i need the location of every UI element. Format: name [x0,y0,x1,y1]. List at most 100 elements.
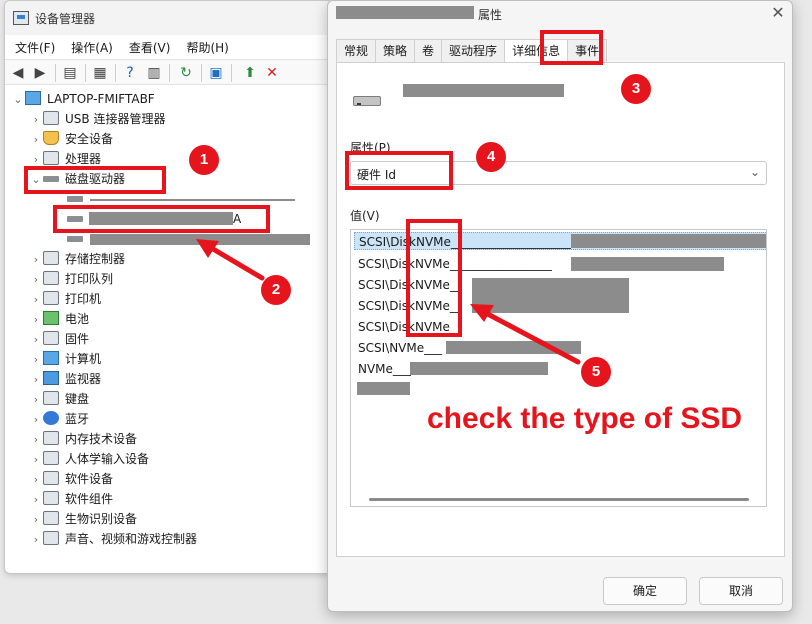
tree-item-software-components[interactable]: › 软件组件 [29,489,113,509]
chevron-right-icon[interactable]: › [29,430,43,450]
tree-item-label: 存储控制器 [65,252,126,266]
chevron-right-icon[interactable]: › [29,250,43,270]
back-icon[interactable]: ◀ [9,64,27,82]
chevron-right-icon[interactable]: › [29,350,43,370]
toolbar-separator [231,64,232,82]
menu-help[interactable]: 帮助(H) [176,37,228,57]
chevron-right-icon[interactable]: › [29,270,43,290]
tree-root-label: LAPTOP-FMIFTABF [47,92,155,106]
redacted-value [472,278,629,313]
toolbar-separator [169,64,170,82]
ok-button[interactable]: 确定 [603,577,687,605]
view-icon[interactable]: ▥ [145,64,163,82]
tree-item-label: 安全设备 [65,132,114,146]
chevron-right-icon[interactable]: › [29,290,43,310]
tab-volume[interactable]: 卷 [414,39,443,63]
properties-dialog: 属性 ✕ 常规 策略 卷 驱动程序 详细信息 事件 属性(P) 硬件 Id ⌄ … [327,0,793,612]
highlight-details-tab [540,30,603,65]
close-icon[interactable]: ✕ [768,3,788,23]
tree-item-label: 计算机 [65,352,102,366]
list-item[interactable]: NVMe___ [358,360,411,378]
annotation-caption: check the type of SSD [427,402,743,435]
tree-item-hid[interactable]: › 人体学输入设备 [29,449,149,469]
update-driver-icon[interactable]: ↻ [177,64,195,82]
storage-controller-icon [43,251,59,265]
tree-item-battery[interactable]: › 电池 [29,309,89,329]
firmware-icon [43,331,59,345]
tree-item-software-devices[interactable]: › 软件设备 [29,469,113,489]
redacted-value [410,362,548,375]
help-icon[interactable]: ? [121,64,139,82]
tree-item-storage[interactable]: › 存储控制器 [29,249,125,269]
step-badge-5: 5 [581,357,611,387]
tree-item-keyboard[interactable]: › 键盘 [29,389,89,409]
tab-general[interactable]: 常规 [336,39,377,63]
redacted-disk-name [90,199,295,201]
monitor-icon [43,371,59,385]
disk-drive-icon [67,236,83,242]
redacted-value [571,257,724,271]
highlight-disk-item [53,205,270,233]
tree-item-monitor[interactable]: › 监视器 [29,369,101,389]
list-item[interactable]: SCSI\NVMe___ [358,339,442,357]
security-icon [43,131,59,145]
tree-item-label: 声音、视频和游戏控制器 [65,532,198,546]
tree-item-computer[interactable]: › 计算机 [29,349,101,369]
chevron-right-icon[interactable]: › [29,390,43,410]
chevron-right-icon[interactable]: › [29,470,43,490]
tree-item-label: 电池 [65,312,90,326]
tree-root[interactable]: ⌄ LAPTOP-FMIFTABF [11,89,155,109]
printer-icon [43,291,59,305]
tree-item-label: 生物识别设备 [65,512,138,526]
chevron-right-icon[interactable]: › [29,130,43,150]
chevron-down-icon[interactable]: ⌄ [11,90,25,110]
software-device-icon [43,471,59,485]
toolbar-separator [85,64,86,82]
tree-item-bluetooth[interactable]: › 蓝牙 [29,409,89,429]
processor-icon [43,151,59,165]
redacted-value [357,382,410,395]
tree-item-biometric[interactable]: › 生物识别设备 [29,509,137,529]
chevron-right-icon[interactable]: › [29,370,43,390]
tree-item-printer[interactable]: › 打印机 [29,289,101,309]
cancel-button[interactable]: 取消 [699,577,783,605]
chevron-right-icon[interactable]: › [29,110,43,130]
tree-item-security[interactable]: › 安全设备 [29,129,113,149]
window-title: 设备管理器 [35,12,96,26]
speaker-icon [43,531,59,545]
chevron-right-icon[interactable]: › [29,310,43,330]
chevron-right-icon[interactable]: › [29,450,43,470]
forward-icon[interactable]: ▶ [31,64,49,82]
title-bar: 设备管理器 [5,1,333,35]
hid-icon [43,451,59,465]
show-hide-tree-icon[interactable]: ▤ [61,64,79,82]
tree-item-sound[interactable]: › 声音、视频和游戏控制器 [29,529,197,549]
tree-item-print-queue[interactable]: › 打印队列 [29,269,113,289]
redacted-device-name [336,6,474,19]
menu-action[interactable]: 操作(A) [61,37,113,57]
tree-item-label: 内存技术设备 [65,432,138,446]
chevron-right-icon[interactable]: › [29,510,43,530]
menu-file[interactable]: 文件(F) [5,37,55,57]
tree-item-label: 打印队列 [65,272,114,286]
step-badge-1: 1 [189,145,219,175]
menu-view[interactable]: 查看(V) [119,37,171,57]
chevron-right-icon[interactable]: › [29,530,43,550]
tree-item-memory[interactable]: › 内存技术设备 [29,429,137,449]
tree-item-firmware[interactable]: › 固件 [29,329,89,349]
enable-device-icon[interactable]: ⬆ [241,64,259,82]
horizontal-scrollbar[interactable] [369,498,749,501]
chevron-right-icon[interactable]: › [29,410,43,430]
chevron-right-icon[interactable]: › [29,490,43,510]
fingerprint-icon [43,511,59,525]
chevron-down-icon: ⌄ [749,165,760,179]
device-manager-icon [13,11,29,25]
tab-policy[interactable]: 策略 [375,39,416,63]
scan-hardware-icon[interactable]: ▣ [207,64,225,82]
highlight-nvme-values [406,219,462,337]
properties-icon[interactable]: ▦ [91,64,109,82]
tab-driver[interactable]: 驱动程序 [441,39,506,63]
uninstall-icon[interactable]: ✕ [263,64,281,82]
chevron-right-icon[interactable]: › [29,330,43,350]
tree-item-usb[interactable]: › USB 连接器管理器 [29,109,165,129]
